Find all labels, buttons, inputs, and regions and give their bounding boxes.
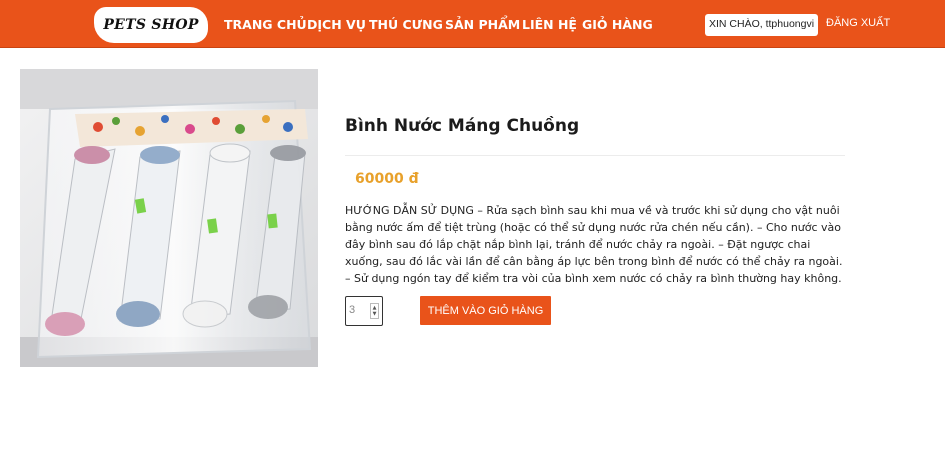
spin-arrows-icon[interactable]: ▲ ▼ <box>370 303 379 319</box>
nav-services[interactable]: DỊCH VỤ <box>307 17 366 32</box>
product-image <box>20 69 318 367</box>
nav-cart[interactable]: GIỎ HÀNG <box>582 17 653 32</box>
nav-home[interactable]: TRANG CHỦ <box>224 17 307 32</box>
nav-pets[interactable]: THÚ CƯNG <box>369 17 443 32</box>
top-navbar: PETS SHOP TRANG CHỦ DỊCH VỤ THÚ CƯNG SẢN… <box>0 0 945 48</box>
nav-products[interactable]: SẢN PHẨM <box>445 17 520 32</box>
quantity-stepper[interactable]: 3 ▲ ▼ <box>345 296 383 326</box>
logo[interactable]: PETS SHOP <box>94 7 208 43</box>
product-title: Bình Nước Máng Chuồng <box>345 116 580 136</box>
user-greeting[interactable]: XIN CHÀO, ttphuongvi <box>705 14 818 36</box>
divider <box>345 155 845 156</box>
add-to-cart-button[interactable]: THÊM VÀO GIỎ HÀNG <box>420 296 551 325</box>
nav-contact[interactable]: LIÊN HỆ <box>522 17 577 32</box>
logout-link[interactable]: ĐĂNG XUẤT <box>826 17 890 29</box>
quantity-value: 3 <box>349 304 356 316</box>
product-description: HƯỚNG DẪN SỬ DỤNG – Rửa sạch bình sau kh… <box>345 204 843 285</box>
product-price: 60000 đ <box>355 171 419 187</box>
